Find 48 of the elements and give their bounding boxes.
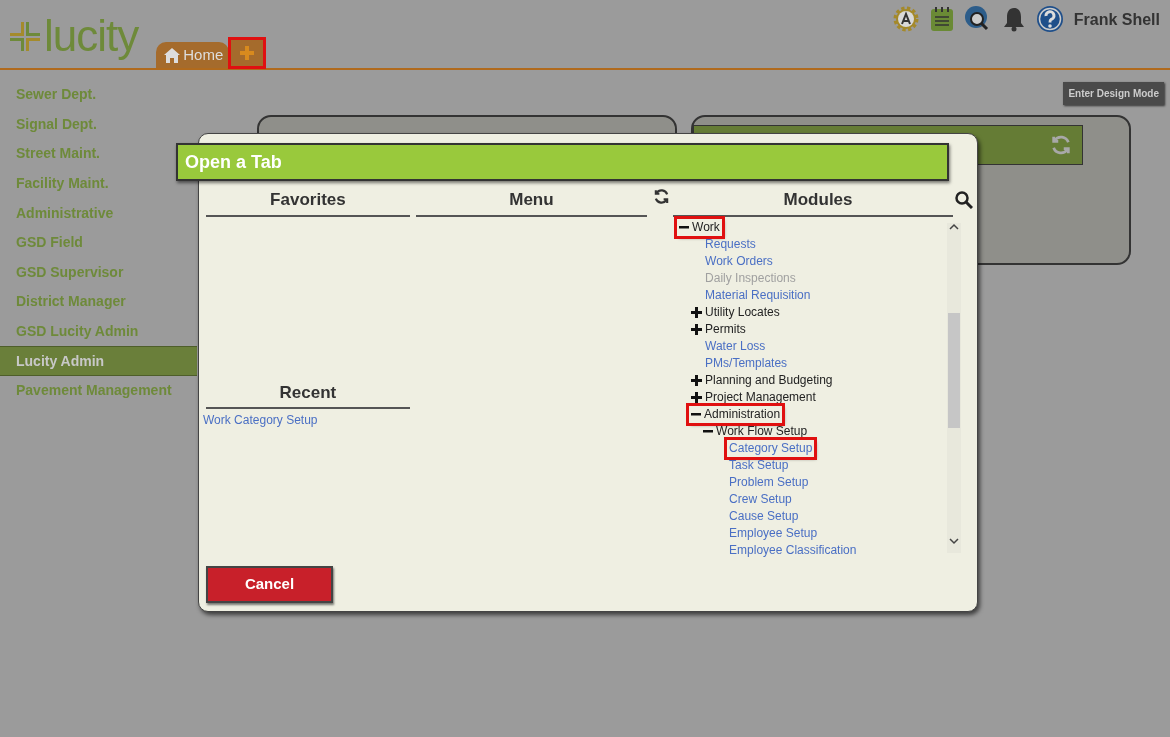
caret-down-icon[interactable] (949, 536, 959, 545)
refresh-icon[interactable] (653, 188, 671, 205)
recent-link[interactable]: Work Category Setup (203, 411, 410, 429)
plus-icon (691, 391, 703, 403)
plus-icon (691, 323, 703, 335)
tree-folder[interactable]: Planning and Budgeting (689, 371, 835, 389)
tree-link[interactable]: Problem Setup (727, 473, 811, 491)
gear-icon[interactable] (891, 5, 920, 33)
tree-link[interactable]: Employee Setup (727, 524, 820, 542)
notepad-icon[interactable] (929, 6, 954, 32)
caret-up-icon[interactable] (949, 222, 959, 231)
tree-folder[interactable]: Utility Locates (689, 303, 782, 321)
tree-folder[interactable]: Work (677, 218, 722, 236)
scrollbar-thumb[interactable] (948, 312, 960, 428)
help-icon[interactable] (1035, 5, 1064, 33)
plus-icon (691, 306, 703, 318)
tree-folder[interactable]: Administration (689, 405, 783, 423)
tree-folder[interactable]: Permits (689, 320, 748, 338)
tree-link[interactable]: Requests (703, 235, 758, 253)
column-heading: Recent (206, 379, 410, 409)
scrollbar[interactable] (947, 222, 961, 553)
tree-folder[interactable]: Project Management (689, 388, 818, 406)
design-mode-button[interactable]: Enter Design Mode (1063, 82, 1164, 105)
tree-link[interactable]: Employee Classification (727, 541, 859, 559)
home-tab[interactable]: Home (156, 42, 230, 68)
lucity-logo: lucity (10, 12, 139, 60)
tree-link[interactable]: Task Setup (727, 456, 791, 474)
column-heading: Menu (415, 187, 648, 217)
cancel-button[interactable]: Cancel (206, 566, 333, 603)
tree-link[interactable]: Work Orders (703, 252, 775, 270)
tree-folder[interactable]: Work Flow Setup (701, 422, 810, 440)
tree-link[interactable]: Water Loss (703, 337, 768, 355)
tree-link[interactable]: Material Requisition (703, 286, 813, 304)
tree-link[interactable]: Category Setup (727, 439, 815, 457)
plus-icon (691, 374, 703, 386)
tree-link[interactable]: Crew Setup (727, 490, 794, 508)
dialog-title: Open a Tab (185, 150, 282, 174)
search-icon[interactable] (955, 190, 974, 209)
column-heading: Favorites (206, 187, 410, 217)
cross-logo-icon (10, 21, 40, 51)
tree-link[interactable]: Cause Setup (727, 507, 801, 525)
sidebar-item[interactable]: Lucity Admin (0, 346, 197, 376)
user-name: Frank Shell (1073, 10, 1160, 30)
home-icon (164, 47, 181, 63)
plus-icon (240, 46, 255, 60)
column-heading: Modules (782, 189, 854, 211)
tree-link[interactable]: PMs/Templates (703, 354, 790, 372)
bell-icon[interactable] (1001, 6, 1026, 32)
